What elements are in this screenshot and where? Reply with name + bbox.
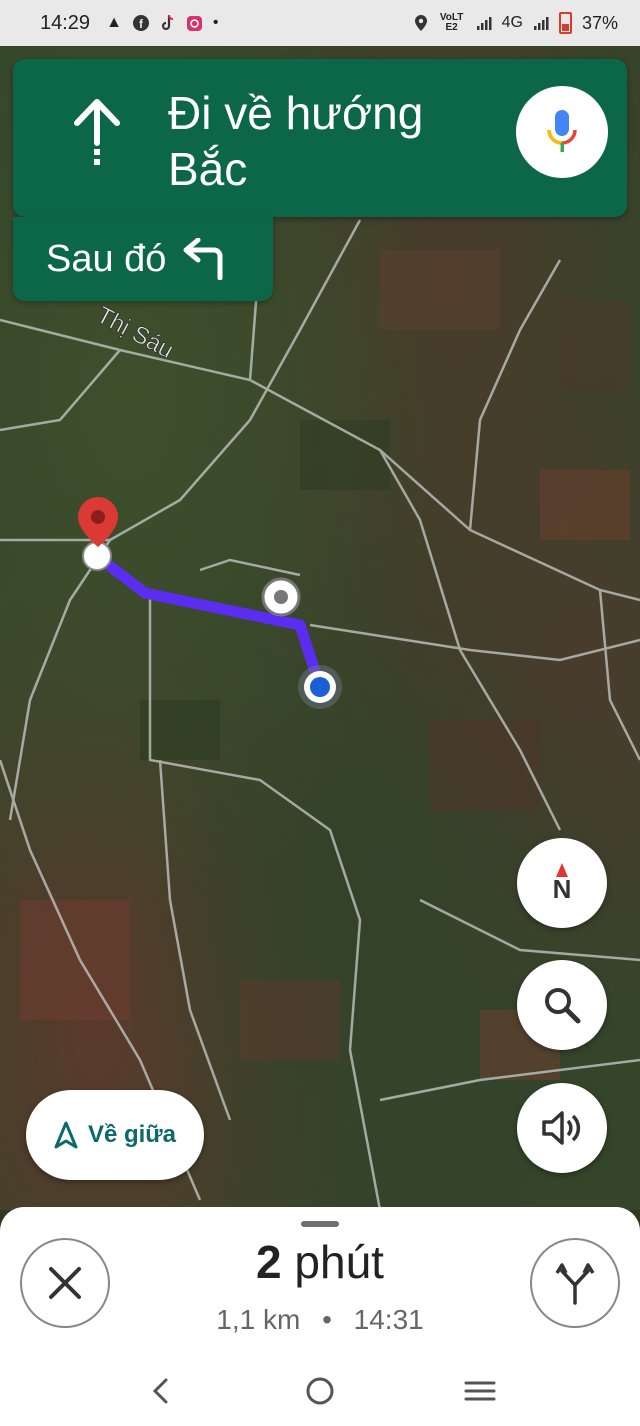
microphone-icon [547,110,577,152]
route-endpoint-marker [82,541,112,571]
notification-icons: ▲ f • [106,14,219,32]
menu-lines-icon [464,1381,496,1401]
compass-north-label: N [552,873,572,904]
drag-handle[interactable] [301,1221,339,1227]
status-time: 14:29 [40,11,91,34]
status-bar: 14:29 ▲ f • VoLTE2 4G 37% [0,0,640,46]
navigation-arrow-icon [54,1121,78,1149]
direction-banner[interactable]: Đi về hướng Bắc [13,59,627,217]
straight-arrow-icon [74,99,120,165]
status-right: VoLTE2 4G 37% [414,12,618,34]
location-icon [414,14,428,32]
exit-navigation-button[interactable] [20,1238,110,1328]
alternate-routes-button[interactable] [530,1238,620,1328]
turn-left-arrow-icon [180,238,226,280]
close-icon [49,1267,81,1299]
duration-unit: phút [294,1236,384,1288]
battery-icon [558,12,572,34]
route-line [91,550,326,693]
separator-dot: • [322,1304,332,1335]
then-label: Sau đó [46,237,167,280]
network-type: 4G [501,14,523,31]
back-chevron-icon [152,1378,168,1404]
home-button[interactable] [290,1361,350,1421]
direction-instruction: Đi về hướng Bắc [168,87,424,195]
system-nav-bar [0,1356,640,1426]
recenter-button[interactable]: Về giữa [26,1090,204,1180]
navigation-arrow-icon: ▲ [106,14,122,31]
battery-percent: 37% [581,12,618,33]
voice-search-button[interactable] [516,86,608,178]
alternate-routes-icon [555,1263,595,1305]
search-along-route-button[interactable] [517,960,607,1050]
back-button[interactable] [130,1361,190,1421]
speaker-icon [542,1111,581,1145]
recents-button[interactable] [450,1361,510,1421]
more-notifications-dot-icon: • [212,14,219,31]
recenter-label: Về giữa [87,1121,177,1148]
signal-icon-2 [533,15,549,31]
current-location-icon [298,665,342,709]
arrival-time: 14:31 [353,1304,424,1335]
sound-button[interactable] [517,1083,607,1173]
home-circle-icon [306,1377,334,1405]
compass-button[interactable]: N [517,838,607,928]
trip-details: 1,1 km • 14:31 [120,1304,520,1336]
facebook-icon: f [132,14,150,32]
search-icon [545,988,581,1024]
waypoint-marker-icon [261,577,301,617]
tiktok-icon [160,14,176,32]
signal-icon [476,15,492,31]
volte-label: VoLTE2 [439,12,464,33]
trip-distance: 1,1 km [216,1304,301,1335]
trip-duration: 2 phút [120,1235,520,1289]
duration-value: 2 [256,1236,282,1288]
next-turn-box[interactable]: Sau đó [13,217,273,301]
instagram-icon [186,15,203,32]
